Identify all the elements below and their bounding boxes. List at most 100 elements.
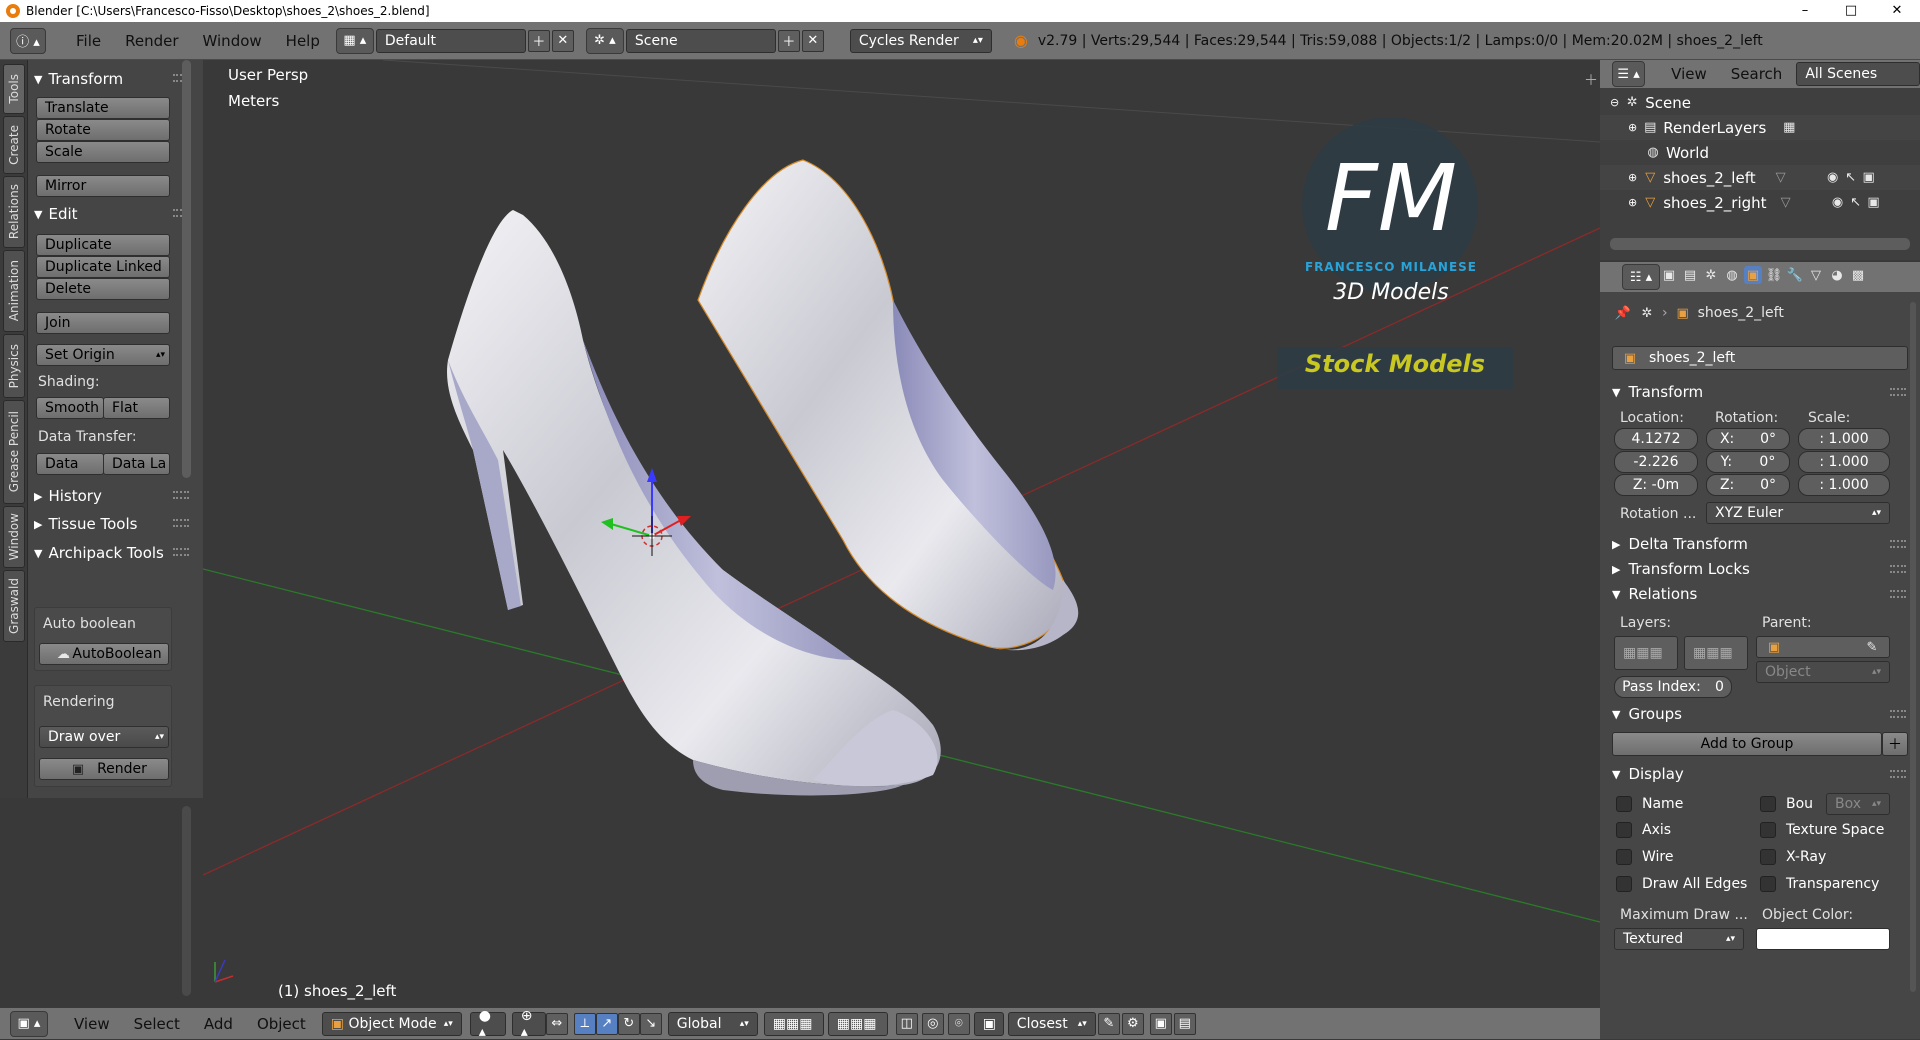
scale-y-field[interactable]: : 1.000: [1798, 451, 1890, 473]
panel-groups-header[interactable]: ▼ Groups: [1612, 702, 1910, 726]
pivot-point-icon[interactable]: ⊕ ▴: [511, 1008, 546, 1040]
maximize-button[interactable]: □: [1828, 0, 1874, 22]
toolshelf-scrollbar[interactable]: [182, 60, 191, 478]
panel-delta-transform-header[interactable]: ▶ Delta Transform: [1612, 532, 1910, 556]
scene-icon[interactable]: ✲ ▴: [585, 27, 624, 54]
rotation-x-field[interactable]: X: 0°: [1706, 428, 1790, 450]
parent-type-select[interactable]: Object ▴▾: [1756, 661, 1890, 683]
add-to-group-button[interactable]: Add to Group: [1612, 732, 1882, 756]
render-engine-select[interactable]: Cycles Render ▴▾: [849, 28, 992, 53]
tab-relations[interactable]: Relations: [3, 176, 25, 248]
editor-type-outliner-icon[interactable]: ☰ ▴: [1612, 61, 1646, 87]
bounds-type-select[interactable]: Box ▴▾: [1826, 793, 1890, 815]
autoboolean-button[interactable]: ☁ AutoBoolean: [39, 643, 169, 665]
layers-grid-b[interactable]: ▦▦▦: [1684, 636, 1748, 670]
outliner-menu-search[interactable]: Search: [1719, 65, 1795, 83]
panel-display-header[interactable]: ▼ Display: [1612, 762, 1910, 786]
menu-add[interactable]: Add: [192, 1015, 245, 1033]
layers-grid-2[interactable]: ▦▦▦: [827, 1011, 888, 1036]
scene-field[interactable]: Scene: [625, 28, 776, 53]
operator-scrollbar[interactable]: [182, 806, 191, 996]
object-tab-icon[interactable]: ▣: [1744, 266, 1762, 284]
panel-relations-header[interactable]: ▼ Relations: [1612, 582, 1910, 606]
menu-select[interactable]: Select: [122, 1015, 192, 1033]
duplicate-button[interactable]: Duplicate: [36, 234, 170, 256]
proportional-edit-icon[interactable]: ◎: [921, 1012, 944, 1035]
scale-x-field[interactable]: : 1.000: [1798, 428, 1890, 450]
tab-grease-pencil[interactable]: Grease Pencil: [3, 400, 25, 504]
tab-window[interactable]: Window: [3, 506, 25, 568]
texture-space-checkbox[interactable]: [1760, 822, 1776, 838]
pin-icon[interactable]: 📌: [1614, 304, 1632, 322]
render-tab-icon[interactable]: ▣: [1660, 266, 1678, 284]
modifiers-tab-icon[interactable]: 🔧: [1786, 266, 1804, 284]
tab-create[interactable]: Create: [3, 116, 25, 174]
render-still-icon[interactable]: ▣: [1149, 1012, 1172, 1035]
layers-grid-1[interactable]: ▦▦▦: [763, 1011, 824, 1036]
location-y-field[interactable]: -2.226: [1614, 451, 1698, 473]
render-layers-tab-icon[interactable]: ▤: [1681, 266, 1699, 284]
expand-panel-icon[interactable]: ＋: [1584, 70, 1598, 90]
scale-button[interactable]: Scale: [36, 141, 170, 163]
minimize-button[interactable]: –: [1782, 0, 1828, 22]
smooth-button[interactable]: Smooth: [36, 397, 104, 419]
data-tab-icon[interactable]: ▽: [1807, 266, 1825, 284]
texture-tab-icon[interactable]: ▩: [1849, 266, 1867, 284]
rotation-z-field[interactable]: Z: 0°: [1706, 474, 1790, 496]
transparency-checkbox[interactable]: [1760, 876, 1776, 892]
panel-edit-header[interactable]: ▼ Edit: [34, 203, 78, 225]
snap-align-icon[interactable]: ✎: [1097, 1012, 1120, 1035]
xray-checkbox[interactable]: [1760, 849, 1776, 865]
wire-checkbox[interactable]: [1616, 849, 1632, 865]
3d-viewport[interactable]: User Persp Meters (1) shoes_2_left FM FR…: [203, 60, 1600, 1007]
name-checkbox[interactable]: [1616, 796, 1632, 812]
screen-layout-field[interactable]: Default: [375, 28, 526, 53]
add-scene-icon[interactable]: ＋: [777, 29, 800, 52]
menu-view[interactable]: View: [62, 1015, 122, 1033]
outliner-item-shoes-right[interactable]: ⊕ ▽ shoes_2_right ▽ ◉ ↖ ▣: [1600, 190, 1920, 215]
scene-tab-icon[interactable]: ✲: [1702, 266, 1720, 284]
duplicate-linked-button[interactable]: Duplicate Linked: [36, 256, 170, 278]
panel-grip-icon[interactable]: [173, 491, 189, 499]
object-name-field[interactable]: ▣ shoes_2_left: [1612, 346, 1908, 370]
tab-graswald[interactable]: Graswald: [3, 570, 25, 642]
material-tab-icon[interactable]: ◕: [1828, 266, 1846, 284]
panel-transform-header[interactable]: ▼ Transform: [1612, 380, 1910, 404]
tab-physics[interactable]: Physics: [3, 334, 25, 398]
bounds-checkbox[interactable]: [1760, 796, 1776, 812]
menu-file[interactable]: File: [64, 32, 113, 50]
outliner-filter-select[interactable]: All Scenes: [1796, 62, 1920, 86]
panel-transform-locks-header[interactable]: ▶ Transform Locks: [1612, 557, 1910, 581]
render-button[interactable]: ▣ Render: [39, 758, 169, 780]
remove-scene-icon[interactable]: ✕: [801, 29, 824, 52]
parent-field[interactable]: ▣ ✎: [1756, 636, 1890, 658]
snap-toggle-icon[interactable]: ⌾: [947, 1012, 970, 1035]
outliner-h-scrollbar[interactable]: [1610, 238, 1910, 250]
rotation-mode-select[interactable]: XYZ Euler ▴▾: [1706, 502, 1890, 524]
editor-type-3d-icon[interactable]: ▣ ▴: [10, 1010, 48, 1037]
panel-grip-icon[interactable]: [173, 548, 189, 556]
panel-tissue-tools-header[interactable]: ▶ Tissue Tools: [34, 513, 137, 535]
location-x-field[interactable]: 4.1272: [1614, 428, 1698, 450]
outliner-menu-view[interactable]: View: [1659, 65, 1719, 83]
rotation-y-field[interactable]: Y: 0°: [1706, 451, 1790, 473]
render-anim-icon[interactable]: ▤: [1173, 1012, 1196, 1035]
mirror-button[interactable]: Mirror: [36, 175, 170, 197]
screen-layout-icon[interactable]: ▦ ▴: [335, 27, 374, 54]
menu-window[interactable]: Window: [191, 32, 274, 50]
delete-button[interactable]: Delete: [36, 278, 170, 300]
tab-tools[interactable]: Tools: [3, 64, 25, 114]
draw-all-edges-checkbox[interactable]: [1616, 876, 1632, 892]
outliner-item-renderlayers[interactable]: ⊕ ▤ RenderLayers ▦: [1600, 115, 1920, 140]
data-layout-button[interactable]: Data La: [103, 453, 170, 475]
add-group-plus-icon[interactable]: ＋: [1882, 732, 1908, 756]
editor-type-info-icon[interactable]: ⓘ ▴: [10, 27, 46, 54]
menu-object[interactable]: Object: [245, 1015, 318, 1033]
outliner-item-world[interactable]: ◍ World: [1600, 140, 1920, 165]
snap-element-icon[interactable]: ▣: [973, 1011, 1004, 1036]
lock-camera-icon[interactable]: ◫: [895, 1012, 918, 1035]
panel-transform-header[interactable]: ▼ Transform: [34, 68, 123, 90]
scale-manipulator-icon[interactable]: ↘: [639, 1012, 662, 1035]
tab-animation[interactable]: Animation: [3, 250, 25, 332]
scale-z-field[interactable]: : 1.000: [1798, 474, 1890, 496]
